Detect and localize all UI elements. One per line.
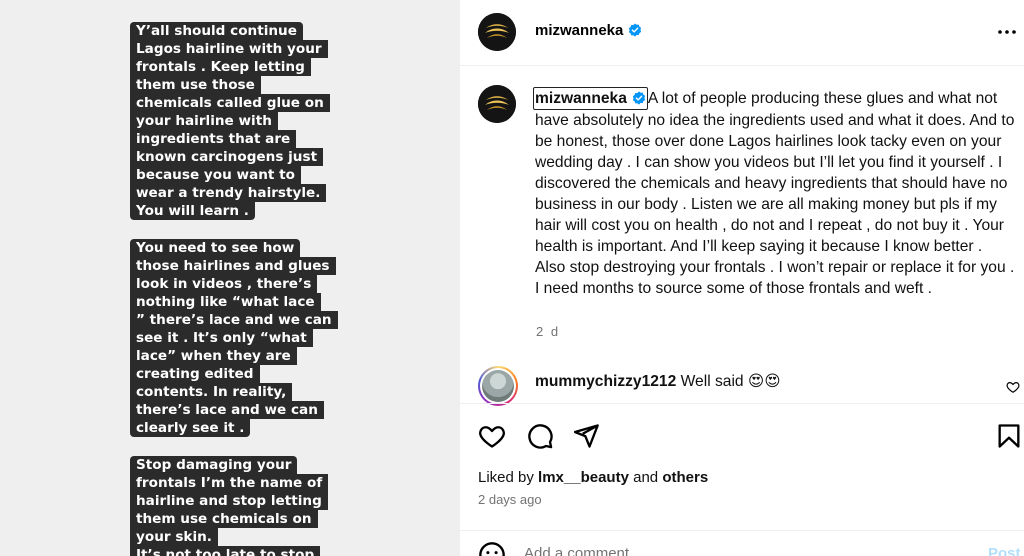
post-media[interactable]: Y’all should continue Lagos hairline with… (0, 0, 459, 556)
caption-body: A lot of people producing these glues an… (535, 90, 1015, 297)
commenter-avatar-image (482, 370, 514, 402)
brand-logo-icon (478, 13, 516, 51)
likes-prefix: Liked by (478, 469, 534, 486)
bookmark-icon[interactable] (995, 422, 1023, 450)
add-comment-input[interactable] (524, 545, 944, 556)
story-text-line: clearly see it . (130, 419, 251, 437)
story-text-line: nothing like “what lace (130, 293, 321, 311)
story-text-block-2: You need to see how those hairlines and g… (130, 239, 338, 437)
post-header: mizwanneka (460, 0, 1024, 66)
story-text-line: your skin. (130, 528, 218, 546)
commenter-username[interactable]: mummychizzy1212 (535, 373, 676, 390)
author-avatar[interactable] (478, 13, 516, 51)
add-comment-bar: Post (460, 530, 1024, 556)
story-text-line: frontals . Keep letting (130, 58, 311, 76)
header-username[interactable]: mizwanneka (535, 22, 642, 39)
header-username-text[interactable]: mizwanneka (535, 22, 623, 39)
story-text-line: ” there’s lace and we can (130, 311, 338, 329)
post-panel: mizwanneka mizwanneka A lot of people pro… (459, 0, 1024, 556)
brand-logo-icon (478, 85, 516, 123)
story-text-line: there’s lace and we can (130, 401, 324, 419)
story-text-line: lace” when they are (130, 347, 297, 365)
story-text-line: chemicals called glue on (130, 94, 330, 112)
story-text-block-1: Y’all should continue Lagos hairline with… (130, 22, 330, 220)
comment-body: Well said 😍😍 (680, 373, 781, 390)
commenter-avatar[interactable] (478, 366, 518, 406)
story-text-line: It’s not too late to stop (130, 546, 321, 556)
story-text-line: You need to see how (130, 239, 301, 257)
story-text-line: see it . It’s only “what (130, 329, 313, 347)
story-text-line: your hairline with (130, 112, 278, 130)
story-text-line: Y’all should continue (130, 22, 303, 40)
story-text-line: Stop damaging your (130, 456, 298, 474)
story-text-line: contents. In reality, (130, 383, 293, 401)
story-text-line: wear a trendy hairstyle. (130, 184, 327, 202)
heart-icon[interactable] (478, 422, 506, 450)
story-text-line: those hairlines and glues (130, 257, 336, 275)
likes-summary: Liked by lmx__beauty and others (478, 469, 708, 486)
story-text-line: them use chemicals on (130, 510, 318, 528)
caption-timestamp: 2 d (536, 324, 561, 339)
story-text-line: creating edited (130, 365, 260, 383)
caption-username[interactable]: mizwanneka (533, 87, 648, 110)
story-text-block-3: Stop damaging your frontals I’m the name … (130, 456, 329, 556)
liked-by-user[interactable]: lmx__beauty (538, 469, 629, 486)
post-timestamp[interactable]: 2 days ago (478, 492, 542, 507)
caption-author-avatar[interactable] (478, 85, 516, 123)
verified-badge-icon (632, 91, 645, 105)
smiley-icon[interactable] (478, 541, 506, 556)
story-text-line: frontals I’m the name of (130, 474, 329, 492)
commenter-avatar-ring (480, 368, 516, 404)
likes-and: and (633, 469, 659, 486)
story-text-line: because you want to (130, 166, 301, 184)
more-options-icon[interactable] (995, 20, 1019, 44)
verified-badge-icon (629, 23, 642, 37)
post-actions (460, 403, 1024, 463)
comment-bubble-icon[interactable] (526, 422, 554, 450)
liked-by-others-link[interactable]: others (662, 469, 708, 486)
story-text-line: You will learn . (130, 202, 255, 220)
story-text-line: ingredients that are (130, 130, 297, 148)
paper-plane-icon[interactable] (572, 422, 600, 450)
story-text-line: look in videos , there’s (130, 275, 318, 293)
story-text-line: hairline and stop letting (130, 492, 328, 510)
story-text-line: Lagos hairline with your (130, 40, 328, 58)
story-text-line: known carcinogens just (130, 148, 324, 166)
caption-text: mizwanneka A lot of people producing thes… (533, 87, 1015, 299)
post-comment-button[interactable]: Post (988, 545, 1021, 556)
caption-username-text[interactable]: mizwanneka (535, 90, 627, 107)
comment-like-heart-icon[interactable] (1006, 380, 1020, 394)
comment-text: mummychizzy1212 Well said 😍😍 (535, 372, 780, 391)
story-text-line: them use those (130, 76, 261, 94)
